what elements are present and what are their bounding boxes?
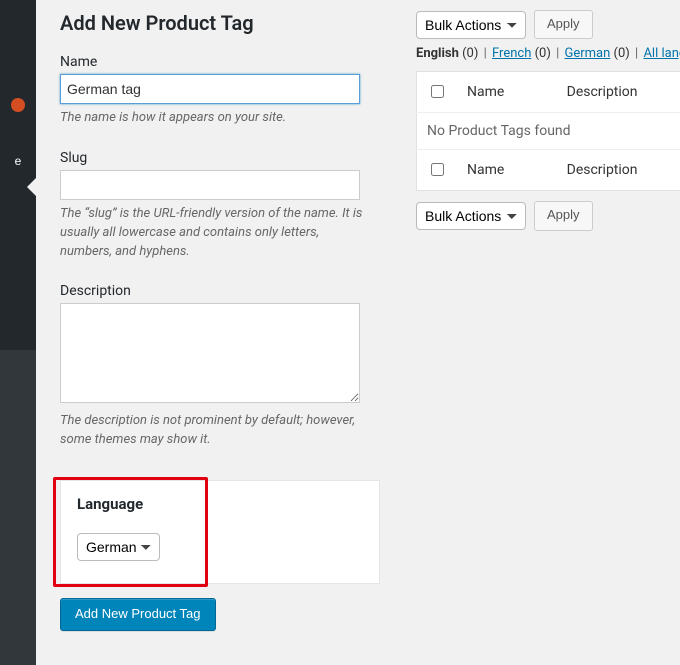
slug-input[interactable] <box>60 170 360 200</box>
bulk-apply-top[interactable]: Apply <box>534 10 593 39</box>
slug-label: Slug <box>60 150 380 166</box>
page-title: Add New Product Tag <box>60 10 380 36</box>
bulk-actions-select-top[interactable]: Bulk Actions <box>416 11 526 39</box>
sidebar-item[interactable]: e <box>0 144 36 178</box>
col-name-footer: Name <box>457 150 557 191</box>
select-all-bottom[interactable] <box>431 163 444 176</box>
admin-sidebar: e <box>0 0 36 665</box>
bulk-actions-select-bottom[interactable]: Bulk Actions <box>416 202 526 230</box>
language-panel: Language German <box>60 480 380 584</box>
lang-filter-all[interactable]: All langua <box>643 46 680 61</box>
tag-list-panel: Bulk Actions Apply English (0) | French … <box>416 10 680 237</box>
sidebar-update-badge[interactable] <box>0 88 36 122</box>
name-label: Name <box>60 54 380 70</box>
field-slug: Slug The “slug” is the URL-friendly vers… <box>60 150 380 262</box>
description-help: The description is not prominent by defa… <box>60 412 370 450</box>
col-description-header[interactable]: Description <box>557 72 680 113</box>
bulk-apply-bottom[interactable]: Apply <box>534 201 593 230</box>
add-tag-form: Add New Product Tag Name The name is how… <box>60 10 380 631</box>
description-label: Description <box>60 283 380 299</box>
bulk-actions-top: Bulk Actions Apply <box>416 10 680 39</box>
language-filter: English (0) | French (0) | German (0) | … <box>416 45 680 63</box>
col-name-header[interactable]: Name <box>457 72 557 113</box>
name-help: The name is how it appears on your site. <box>60 109 370 128</box>
slug-help: The “slug” is the URL-friendly version o… <box>60 205 370 262</box>
sidebar-active-pointer <box>27 178 36 196</box>
description-input[interactable] <box>60 303 360 403</box>
field-name: Name The name is how it appears on your … <box>60 54 380 128</box>
language-heading: Language <box>61 481 379 527</box>
name-input[interactable] <box>60 74 360 104</box>
bulk-actions-bottom: Bulk Actions Apply <box>416 201 680 230</box>
product-tags-table: Name Description No Product Tags found N… <box>416 71 680 191</box>
field-description: Description The description is not promi… <box>60 283 380 450</box>
add-new-product-tag-button[interactable]: Add New Product Tag <box>60 598 216 631</box>
language-select[interactable]: German <box>77 533 160 561</box>
col-description-footer: Description <box>557 150 680 191</box>
lang-filter-english: English <box>416 46 459 61</box>
empty-message: No Product Tags found <box>417 113 680 150</box>
lang-filter-german[interactable]: German <box>565 46 611 61</box>
select-all-top[interactable] <box>431 85 444 98</box>
lang-filter-french[interactable]: French <box>492 46 531 61</box>
